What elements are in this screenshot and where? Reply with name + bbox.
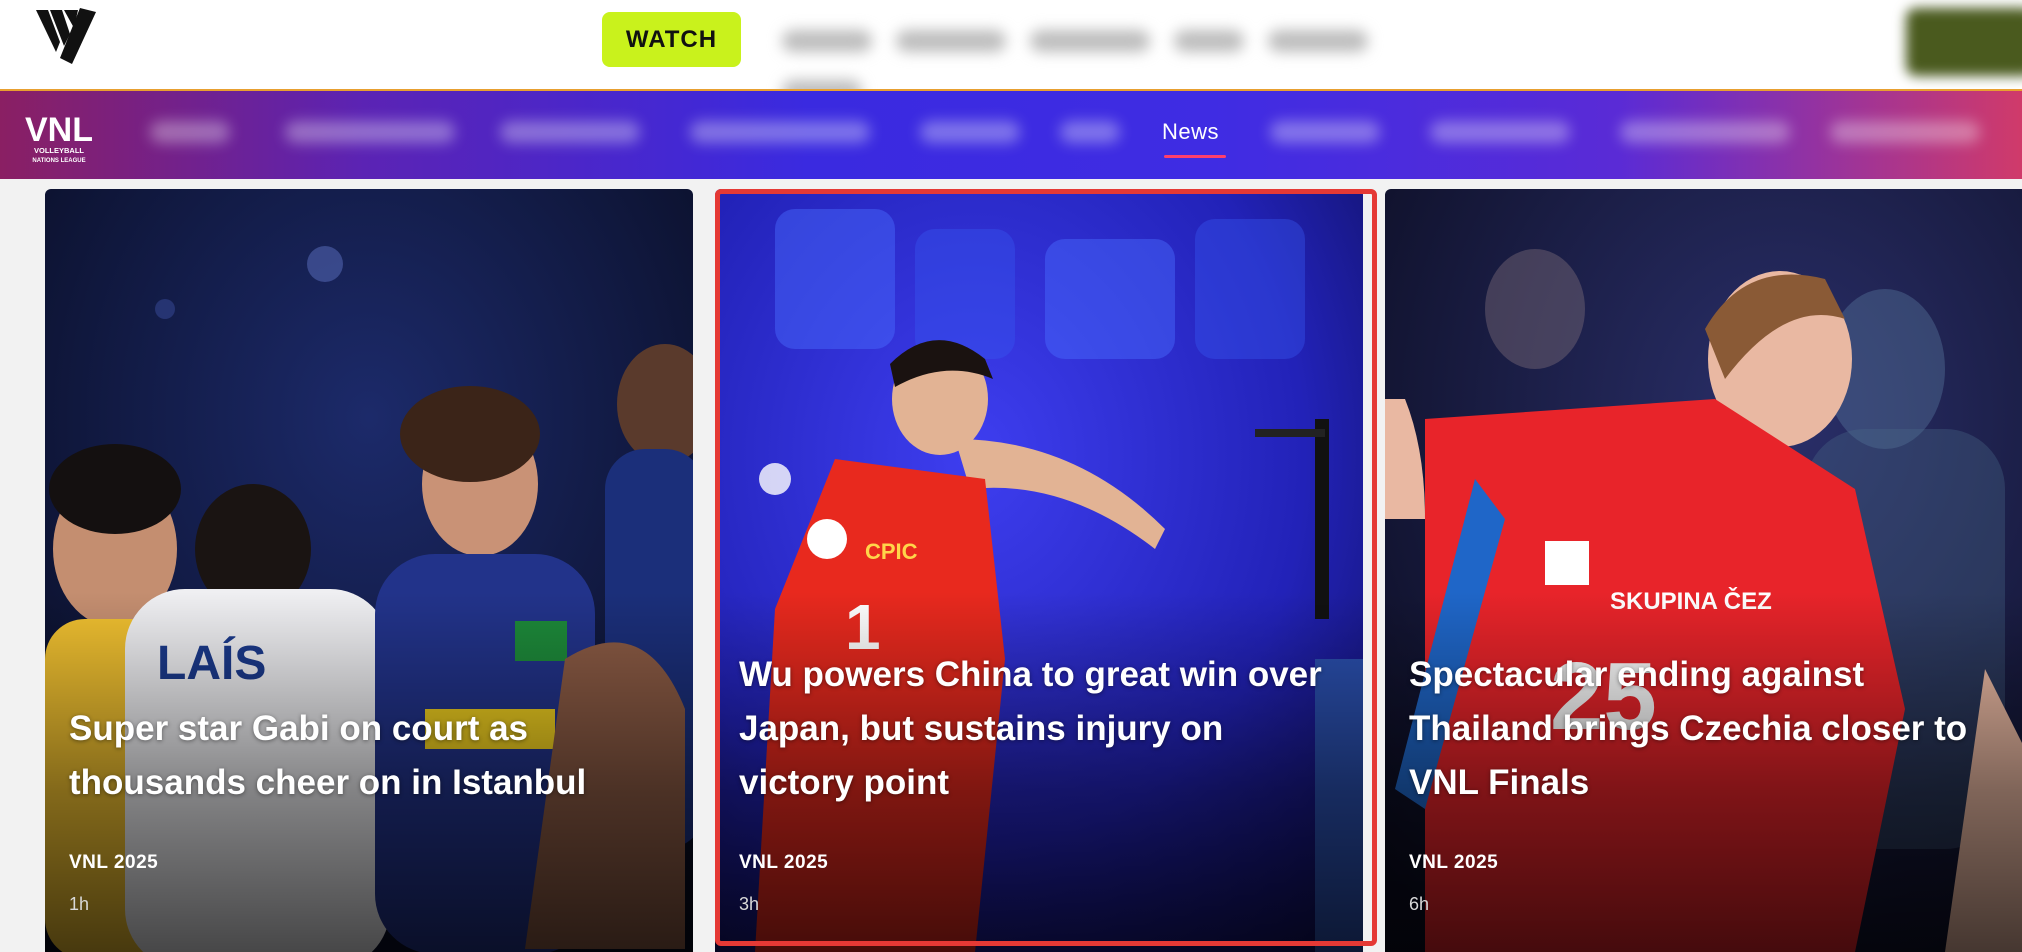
top-right-action[interactable] — [1906, 8, 2022, 76]
news-card-title[interactable]: Super star Gabi on court as thousands ch… — [69, 702, 669, 810]
news-card[interactable]: CPIC 1 Wu powers China to great win over… — [715, 189, 1363, 952]
nav-item[interactable] — [1060, 121, 1120, 143]
top-bar: WATCH — [0, 0, 2022, 102]
nav-item[interactable] — [1430, 121, 1570, 143]
nav-item[interactable] — [1620, 121, 1790, 143]
active-tab-indicator — [1164, 155, 1226, 158]
svg-text:VOLLEYBALL: VOLLEYBALL — [34, 146, 84, 155]
watch-button[interactable]: WATCH — [602, 12, 741, 67]
volleyball-world-logo-icon[interactable] — [34, 6, 98, 66]
news-card-tag: VNL 2025 — [1409, 852, 1499, 873]
news-card[interactable]: SKUPINA ČEZ 25 Spectacular ending agains… — [1385, 189, 2022, 952]
news-card-title[interactable]: Wu powers China to great win over Japan,… — [739, 648, 1339, 810]
nav-item[interactable] — [690, 121, 870, 143]
nav-item[interactable] — [1830, 121, 1980, 143]
news-card-tag: VNL 2025 — [739, 852, 829, 873]
vnl-logo-icon[interactable]: VNL VOLLEYBALL NATIONS LEAGUE — [22, 105, 96, 167]
nav-item[interactable] — [285, 121, 455, 143]
nav-item[interactable] — [1270, 121, 1380, 143]
news-card-tag: VNL 2025 — [69, 852, 159, 873]
svg-text:VNL: VNL — [25, 111, 93, 149]
news-card-time: 1h — [69, 894, 90, 914]
news-card-time: 3h — [739, 894, 760, 914]
section-nav-bar: VNL VOLLEYBALL NATIONS LEAGUE News — [0, 89, 2022, 179]
nav-item[interactable] — [500, 121, 640, 143]
news-card-time: 6h — [1409, 894, 1430, 914]
nav-item-news[interactable]: News — [1162, 119, 1219, 145]
nav-item[interactable] — [920, 121, 1020, 143]
svg-text:CPIC: CPIC — [865, 539, 918, 564]
svg-text:NATIONS LEAGUE: NATIONS LEAGUE — [32, 158, 85, 164]
top-nav-links[interactable] — [770, 18, 1410, 102]
news-card[interactable]: LAÍS Super star Gabi on court as thousan… — [45, 189, 693, 952]
news-card-title[interactable]: Spectacular ending against Thailand brin… — [1409, 648, 2009, 810]
nav-item[interactable] — [150, 121, 230, 143]
